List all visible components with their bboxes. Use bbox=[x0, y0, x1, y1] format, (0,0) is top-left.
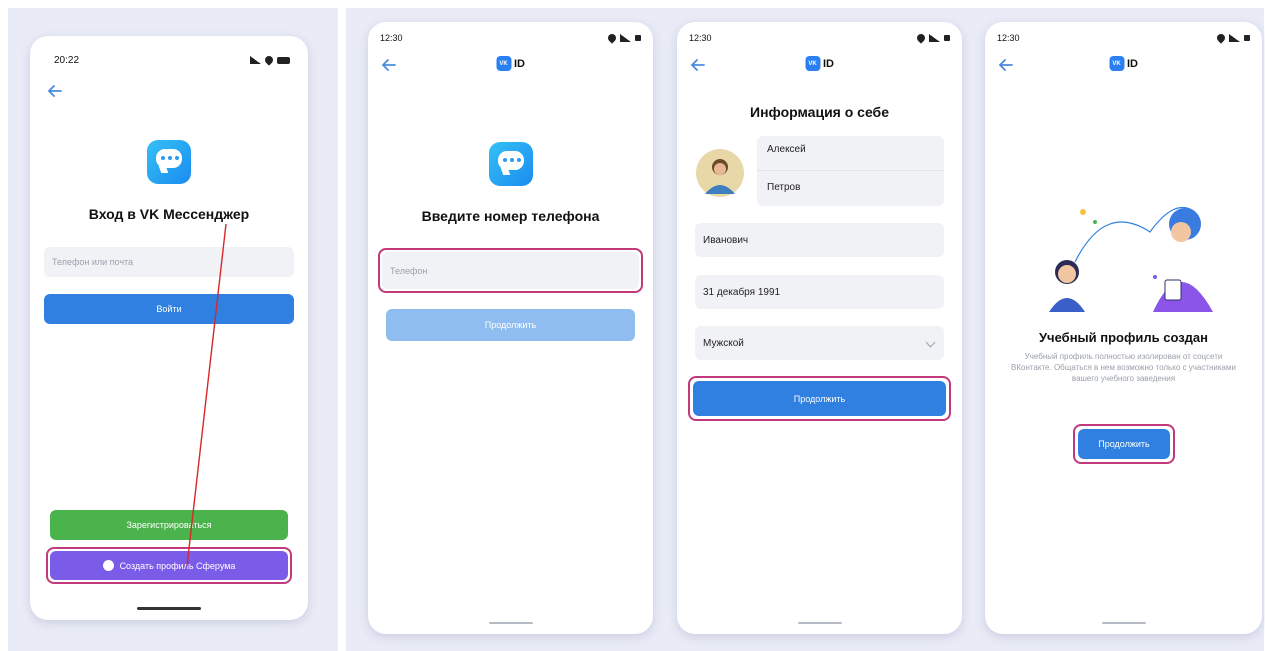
status-bar: 12:30 bbox=[997, 30, 1250, 46]
status-time: 12:30 bbox=[997, 33, 1020, 43]
page-title: Информация о себе bbox=[750, 104, 889, 120]
wifi-icon bbox=[1215, 32, 1227, 44]
wifi-icon bbox=[915, 32, 927, 44]
gender-select-value: Мужской bbox=[703, 337, 744, 349]
divider bbox=[757, 170, 944, 171]
students-illustration bbox=[1049, 207, 1213, 312]
messenger-app-icon bbox=[488, 142, 533, 186]
messenger-app-icon bbox=[147, 140, 191, 184]
home-indicator bbox=[1101, 622, 1146, 624]
vk-id-logo: VK ID bbox=[805, 56, 834, 71]
phone-screen-login: 20:22 Вход в VK Мессенджер Телефон или п… bbox=[30, 36, 308, 620]
birth-date-field[interactable]: 31 декабря 1991 bbox=[695, 275, 944, 309]
battery-icon bbox=[1244, 35, 1250, 41]
create-sferum-profile-button[interactable]: Создать профиль Сферума bbox=[50, 551, 288, 580]
status-icons bbox=[250, 54, 290, 66]
first-name-field[interactable]: Алексей bbox=[767, 144, 806, 155]
wifi-icon bbox=[606, 32, 618, 44]
status-bar: 12:30 bbox=[689, 30, 950, 46]
status-time: 12:30 bbox=[380, 33, 403, 43]
continue-button[interactable]: Продолжить bbox=[386, 309, 635, 341]
patronymic-field[interactable]: Иванович bbox=[695, 223, 944, 257]
vk-id-logo: VK ID bbox=[1109, 56, 1138, 71]
phone-input[interactable]: Телефон bbox=[382, 252, 639, 289]
battery-icon bbox=[944, 35, 950, 41]
login-button[interactable]: Войти bbox=[44, 294, 294, 324]
vk-logo-icon: VK bbox=[1109, 56, 1124, 71]
back-arrow-icon[interactable] bbox=[689, 56, 707, 74]
wifi-icon bbox=[263, 54, 275, 66]
page-title: Учебный профиль создан bbox=[1038, 330, 1209, 345]
status-bar: 12:30 bbox=[380, 30, 641, 46]
vk-logo-icon: VK bbox=[805, 56, 820, 71]
back-arrow-icon[interactable] bbox=[997, 56, 1015, 74]
profile-description: Учебный профиль полностью изолирован от … bbox=[1011, 352, 1236, 383]
home-indicator bbox=[488, 622, 533, 624]
status-bar: 20:22 bbox=[54, 52, 290, 68]
page-title: Введите номер телефона bbox=[421, 208, 600, 224]
back-arrow-icon[interactable] bbox=[380, 56, 398, 74]
login-input[interactable]: Телефон или почта bbox=[44, 247, 294, 277]
phone-screen-phone-number: 12:30 VK ID Введите номер телефона Телеф… bbox=[368, 22, 653, 634]
signal-icon bbox=[620, 34, 631, 42]
vk-logo-icon: VK bbox=[496, 56, 511, 71]
avatar[interactable] bbox=[695, 148, 745, 198]
continue-button[interactable]: Продолжить bbox=[1078, 429, 1170, 459]
signal-icon bbox=[929, 34, 940, 42]
create-sferum-profile-label: Создать профиль Сферума bbox=[119, 560, 236, 571]
battery-icon bbox=[635, 35, 641, 41]
home-indicator bbox=[137, 607, 201, 610]
register-button[interactable]: Зарегистрироваться bbox=[50, 510, 288, 540]
vk-id-logo: VK ID bbox=[496, 56, 525, 71]
page-title: Вход в VK Мессенджер bbox=[88, 206, 250, 222]
phone-screen-profile-created: 12:30 VK ID Учебный профиль создан Учебн… bbox=[985, 22, 1262, 634]
continue-button[interactable]: Продолжить bbox=[693, 381, 946, 416]
last-name-field[interactable]: Петров bbox=[767, 182, 800, 193]
gender-select[interactable]: Мужской bbox=[695, 326, 944, 360]
status-time: 20:22 bbox=[54, 54, 80, 66]
home-indicator bbox=[797, 622, 842, 624]
chevron-down-icon bbox=[925, 337, 936, 348]
signal-icon bbox=[250, 56, 261, 64]
signal-icon bbox=[1229, 34, 1240, 42]
sferum-logo-icon bbox=[102, 560, 114, 571]
back-arrow-icon[interactable] bbox=[46, 82, 64, 100]
battery-icon bbox=[277, 56, 290, 64]
status-time: 12:30 bbox=[689, 33, 712, 43]
phone-screen-personal-info: 12:30 VK ID Информация о себе Алексей Пе… bbox=[677, 22, 962, 634]
